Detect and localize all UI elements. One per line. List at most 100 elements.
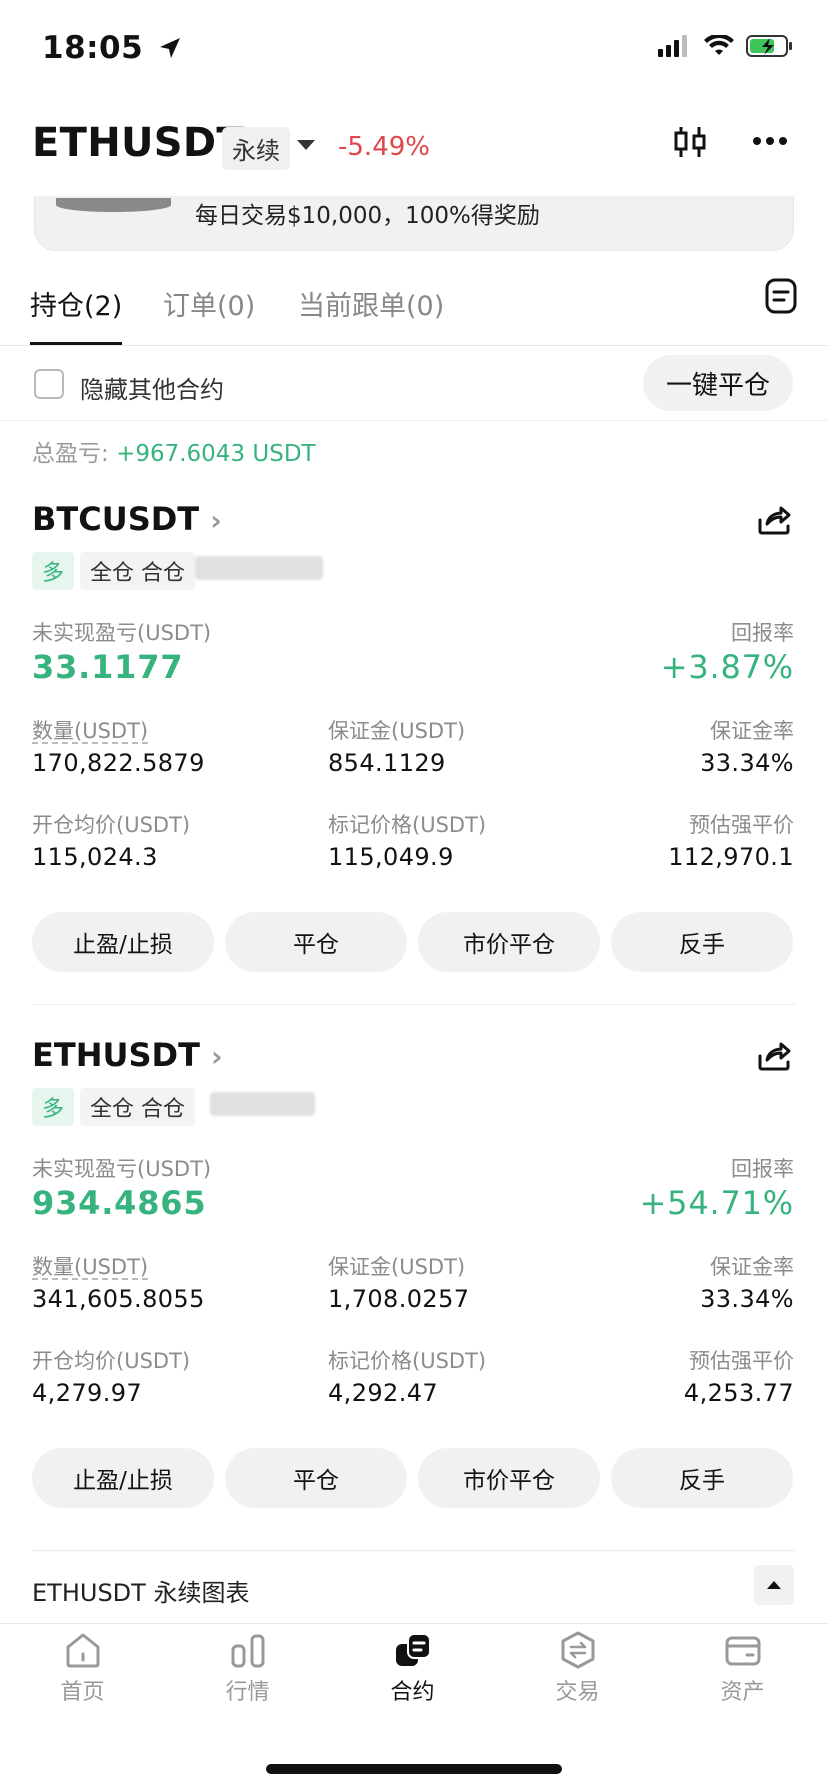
margin-value: 1,708.0257 xyxy=(328,1285,470,1313)
futures-icon xyxy=(395,1633,431,1666)
entry-price-value: 4,279.97 xyxy=(32,1379,143,1407)
bottom-nav-divider xyxy=(0,1623,828,1624)
order-history-icon[interactable] xyxy=(765,278,797,314)
location-arrow-icon xyxy=(160,38,181,58)
tab-positions[interactable]: 持仓(2) xyxy=(30,284,122,323)
candlestick-icon[interactable] xyxy=(672,124,708,160)
margin-label: 保证金(USDT) xyxy=(328,1255,466,1279)
tab-orders[interactable]: 订单(0) xyxy=(163,284,255,323)
filter-divider xyxy=(0,420,828,421)
signal-icon xyxy=(658,35,687,57)
mark-price-label: 标记价格(USDT) xyxy=(328,1349,487,1373)
roe-value: +54.71% xyxy=(639,1184,794,1222)
position-symbol[interactable]: ETHUSDT › xyxy=(32,1036,223,1074)
close-position-button[interactable]: 平仓 xyxy=(225,912,407,972)
nav-home[interactable]: 首页 xyxy=(0,1630,165,1706)
hide-other-contracts-checkbox[interactable] xyxy=(34,369,64,399)
reverse-position-button[interactable]: 反手 xyxy=(611,1448,793,1508)
nav-label: 交易 xyxy=(555,1680,600,1705)
nav-label: 行情 xyxy=(225,1680,270,1705)
card-divider xyxy=(32,1004,796,1005)
wifi-icon xyxy=(704,35,734,55)
mark-price-value: 115,049.9 xyxy=(328,843,454,871)
trade-icon xyxy=(561,1631,594,1669)
margin-ratio-value: 33.34% xyxy=(700,1285,794,1313)
margin-label: 保证金(USDT) xyxy=(328,719,466,743)
liq-price-label: 预估强平价 xyxy=(689,1349,794,1373)
home-indicator xyxy=(266,1764,562,1774)
leverage-tag-blurred xyxy=(210,1092,315,1116)
share-icon[interactable] xyxy=(757,502,791,536)
margin-mode-tag: 全仓 合仓 xyxy=(80,1088,195,1126)
nav-market[interactable]: 行情 xyxy=(165,1630,330,1706)
market-icon xyxy=(231,1634,264,1668)
roe-value: +3.87% xyxy=(660,648,794,686)
tab-copy-trading[interactable]: 当前跟单(0) xyxy=(298,284,444,323)
home-icon xyxy=(66,1633,99,1668)
margin-value: 854.1129 xyxy=(328,749,446,777)
total-pnl-value: +967.6043 USDT xyxy=(116,441,316,467)
nav-label: 资产 xyxy=(720,1680,765,1705)
nav-assets[interactable]: 资产 xyxy=(660,1630,825,1706)
share-icon[interactable] xyxy=(757,1038,791,1072)
total-pnl: 总盈亏: +967.6043 USDT xyxy=(32,434,316,468)
entry-price-label: 开仓均价(USDT) xyxy=(32,1349,191,1373)
unrealized-pnl-value: 33.1177 xyxy=(32,648,184,686)
liq-price-value: 4,253.77 xyxy=(683,1379,794,1407)
quantity-value: 170,822.5879 xyxy=(32,749,205,777)
chevron-up-icon xyxy=(767,1581,781,1589)
market-close-button[interactable]: 市价平仓 xyxy=(418,912,600,972)
side-tag: 多 xyxy=(32,1088,75,1126)
close-position-button[interactable]: 平仓 xyxy=(225,1448,407,1508)
roe-label: 回报率 xyxy=(731,1157,794,1181)
mark-price-value: 4,292.47 xyxy=(328,1379,439,1407)
banner-text[interactable]: 每日交易$10,000，100%得奖励 xyxy=(195,196,540,230)
chevron-right-icon: › xyxy=(210,504,222,537)
margin-mode-tag: 全仓 合仓 xyxy=(80,552,195,590)
hide-other-contracts-label[interactable]: 隐藏其他合约 xyxy=(80,370,224,405)
nav-label: 合约 xyxy=(390,1680,435,1705)
margin-ratio-value: 33.34% xyxy=(700,749,794,777)
entry-price-label: 开仓均价(USDT) xyxy=(32,813,191,837)
status-time: 18:05 xyxy=(42,30,182,66)
nav-trade[interactable]: 交易 xyxy=(495,1630,660,1706)
chevron-down-icon[interactable] xyxy=(297,140,315,150)
quantity-label[interactable]: 数量(USDT) xyxy=(32,1251,148,1281)
tp-sl-button[interactable]: 止盈/止损 xyxy=(32,1448,214,1508)
chart-bar-label[interactable]: ETHUSDT 永续图表 xyxy=(32,1573,249,1608)
market-close-button[interactable]: 市价平仓 xyxy=(418,1448,600,1508)
chart-bar-divider xyxy=(32,1550,796,1551)
quantity-label[interactable]: 数量(USDT) xyxy=(32,715,148,745)
tp-sl-button[interactable]: 止盈/止损 xyxy=(32,912,214,972)
wallet-icon xyxy=(725,1636,760,1666)
liq-price-value: 112,970.1 xyxy=(668,843,794,871)
quantity-value: 341,605.8055 xyxy=(32,1285,205,1313)
nav-label: 首页 xyxy=(60,1680,105,1705)
position-symbol[interactable]: BTCUSDT › xyxy=(32,500,222,538)
liq-price-label: 预估强平价 xyxy=(689,813,794,837)
contract-symbol[interactable]: ETHUSDT xyxy=(32,120,244,166)
more-icon[interactable] xyxy=(752,136,788,146)
side-tag: 多 xyxy=(32,552,75,590)
leverage-tag-blurred xyxy=(195,556,323,580)
price-change: -5.49% xyxy=(338,132,430,162)
tabs-divider xyxy=(0,345,828,346)
close-all-button[interactable]: 一键平仓 xyxy=(643,355,793,411)
chevron-right-icon: › xyxy=(211,1040,223,1073)
margin-ratio-label: 保证金率 xyxy=(710,1255,794,1279)
unrealized-pnl-value: 934.4865 xyxy=(32,1184,207,1222)
chart-expand-button[interactable] xyxy=(754,1565,794,1605)
nav-futures[interactable]: 合约 xyxy=(330,1630,495,1706)
status-icons xyxy=(658,34,794,58)
mark-price-label: 标记价格(USDT) xyxy=(328,813,487,837)
banner-car-image xyxy=(56,198,171,212)
entry-price-value: 115,024.3 xyxy=(32,843,158,871)
unrealized-pnl-label: 未实现盈亏(USDT) xyxy=(32,1157,212,1181)
unrealized-pnl-label: 未实现盈亏(USDT) xyxy=(32,621,212,645)
roe-label: 回报率 xyxy=(731,621,794,645)
contract-type-badge: 永续 xyxy=(222,127,290,170)
battery-charging-icon xyxy=(746,35,792,57)
margin-ratio-label: 保证金率 xyxy=(710,719,794,743)
reverse-position-button[interactable]: 反手 xyxy=(611,912,793,972)
total-pnl-label: 总盈亏: xyxy=(32,441,109,467)
